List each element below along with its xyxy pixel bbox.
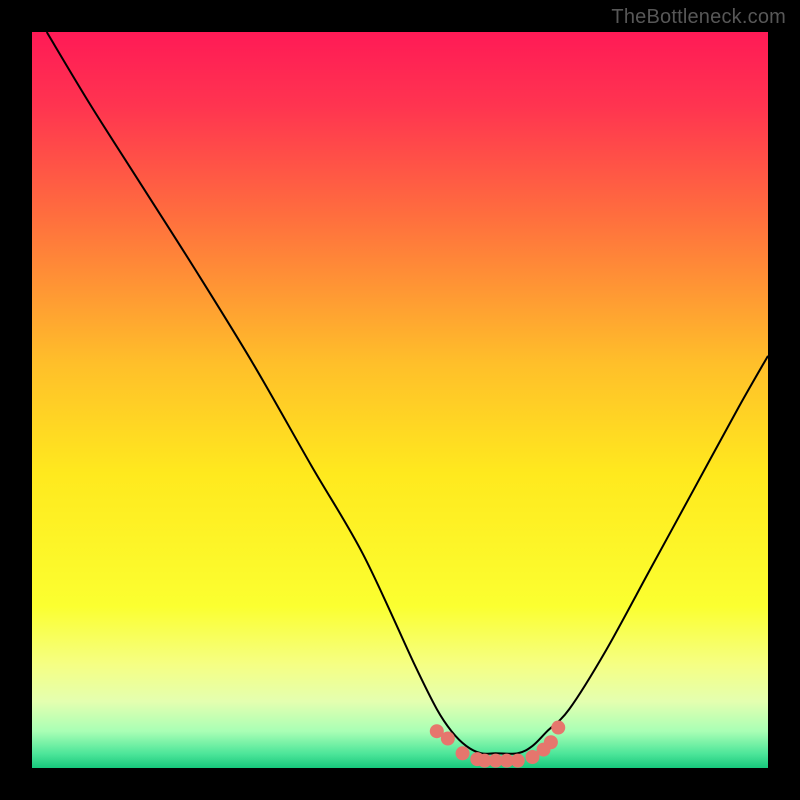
watermark-text: TheBottleneck.com (611, 6, 786, 29)
plot-area (32, 32, 768, 768)
trough-marker (441, 732, 455, 746)
chart-frame: TheBottleneck.com (0, 0, 800, 800)
trough-marker (456, 746, 470, 760)
trough-marker (544, 735, 558, 749)
trough-markers (430, 721, 565, 768)
trough-marker (551, 721, 565, 735)
trough-marker (511, 754, 525, 768)
curve-layer (32, 32, 768, 768)
bottleneck-curve (47, 32, 768, 754)
